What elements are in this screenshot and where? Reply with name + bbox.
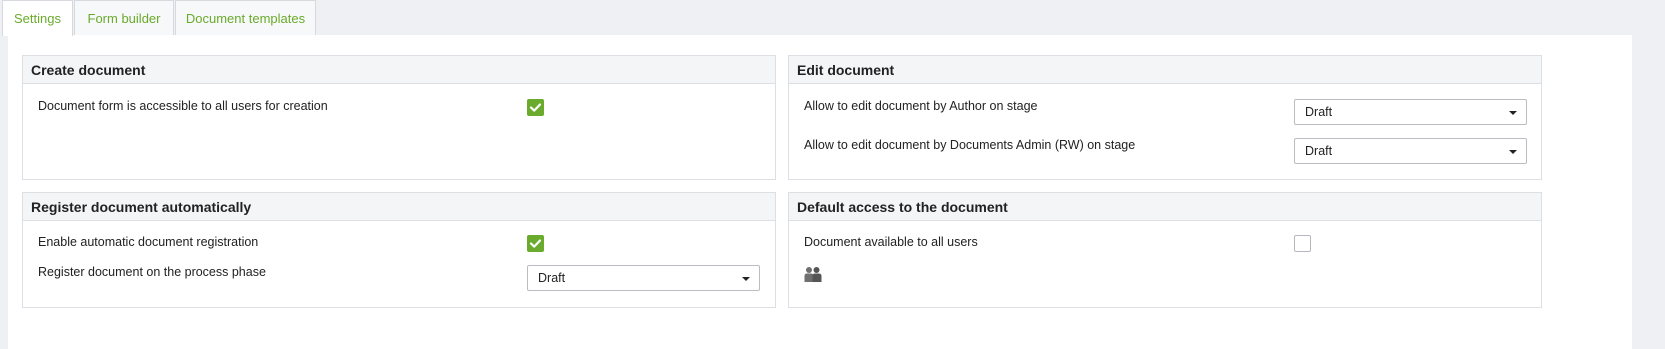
panel-title: Edit document [789,56,1541,84]
users-icon[interactable] [804,266,822,282]
chevron-down-icon [742,277,750,281]
register-phase-label: Register document on the process phase [38,265,266,279]
create-document-panel: Create document Document form is accessi… [22,55,776,180]
default-access-panel: Default access to the document Document … [788,192,1542,308]
auto-registration-checkbox[interactable] [527,235,544,252]
edit-by-author-label: Allow to edit document by Author on stag… [804,99,1038,113]
accessible-to-all-label: Document form is accessible to all users… [38,99,328,113]
register-document-panel: Register document automatically Enable a… [22,192,776,308]
available-to-all-checkbox[interactable] [1294,235,1311,252]
check-icon [529,239,542,248]
check-icon [529,103,542,112]
select-value: Draft [1305,144,1333,158]
tab-form-builder[interactable]: Form builder [74,0,174,36]
edit-document-panel: Edit document Allow to edit document by … [788,55,1542,180]
accessible-to-all-checkbox[interactable] [527,99,544,116]
register-phase-select[interactable]: Draft [527,265,760,291]
panel-title: Create document [23,56,775,84]
tab-settings[interactable]: Settings [2,0,73,36]
auto-registration-label: Enable automatic document registration [38,235,259,249]
panel-title: Default access to the document [789,193,1541,221]
available-to-all-label: Document available to all users [804,235,978,249]
select-value: Draft [1305,105,1333,119]
tab-document-templates[interactable]: Document templates [175,0,316,36]
edit-by-admin-label: Allow to edit document by Documents Admi… [804,138,1136,152]
settings-content: Create document Document form is accessi… [8,35,1632,349]
tab-bar: Settings Form builder Document templates [0,0,1665,36]
chevron-down-icon [1509,111,1517,115]
select-value: Draft [538,271,566,285]
chevron-down-icon [1509,150,1517,154]
panel-title: Register document automatically [23,193,775,221]
edit-by-author-stage-select[interactable]: Draft [1294,99,1527,125]
edit-by-admin-stage-select[interactable]: Draft [1294,138,1527,164]
